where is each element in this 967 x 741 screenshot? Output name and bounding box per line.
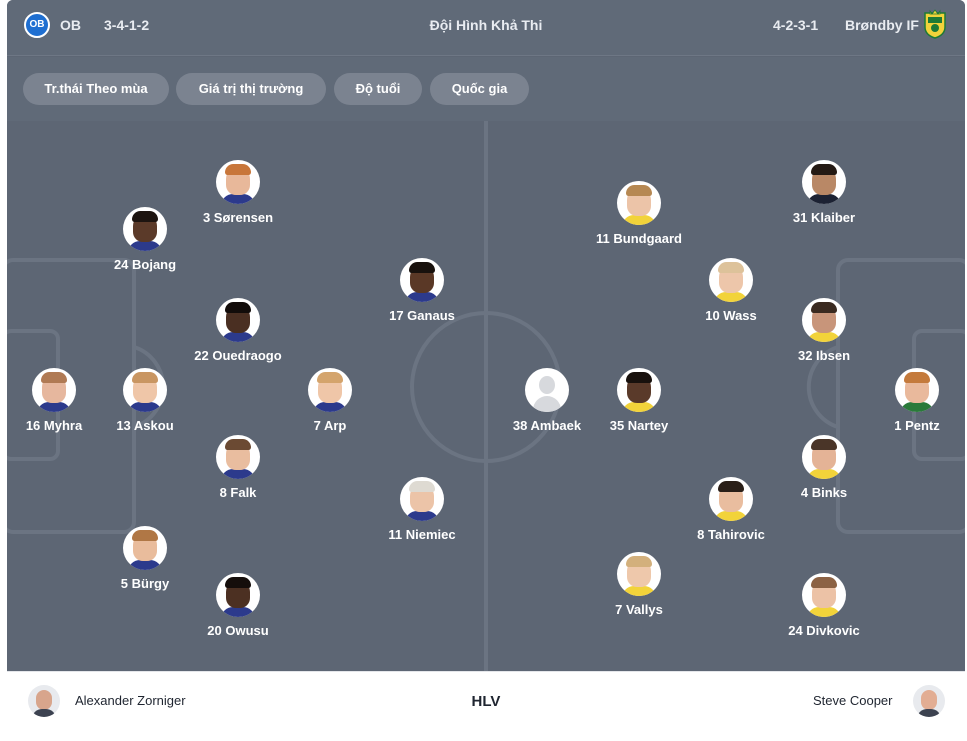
lineup-title: Đội Hình Khả Thi	[429, 17, 543, 33]
player-marker[interactable]: 7 Vallys	[579, 552, 699, 618]
player-name[interactable]: 20 Owusu	[178, 622, 298, 639]
player-name[interactable]: 35 Nartey	[579, 417, 699, 434]
player-marker[interactable]: 8 Tahirovic	[671, 477, 791, 543]
player-marker[interactable]: 22 Ouedraogo	[193, 298, 283, 364]
filter-nationality[interactable]: Quốc gia	[430, 73, 529, 105]
player-name[interactable]: 1 Pentz	[872, 417, 962, 434]
player-avatar[interactable]	[525, 368, 569, 412]
player-name[interactable]: 13 Askou	[85, 417, 205, 434]
player-avatar[interactable]	[123, 526, 167, 570]
player-marker[interactable]: 13 Askou	[85, 368, 205, 434]
player-avatar[interactable]	[400, 258, 444, 302]
pitch: 3 Sørensen 24 Bojang 22 Ouedraogo 16 Myhra 1…	[7, 121, 965, 671]
player-avatar[interactable]	[709, 477, 753, 521]
player-name[interactable]: 11 Niemiec	[362, 526, 482, 543]
player-avatar[interactable]	[802, 160, 846, 204]
brondby-crest-icon[interactable]	[923, 9, 947, 39]
away-team-name[interactable]: Brøndby IF	[845, 17, 919, 33]
filter-age[interactable]: Độ tuổi	[334, 73, 422, 105]
player-marker[interactable]: 24 Bojang	[85, 207, 205, 273]
lineup-header: OB OB 3-4-1-2 Đội Hình Khả Thi 4-2-3-1 B…	[7, 0, 965, 56]
player-name[interactable]: 7 Vallys	[579, 601, 699, 618]
lineup-card: OB OB 3-4-1-2 Đội Hình Khả Thi 4-2-3-1 B…	[7, 0, 965, 741]
player-marker[interactable]: 11 Niemiec	[362, 477, 482, 543]
player-marker[interactable]: 35 Nartey	[579, 368, 699, 434]
player-avatar[interactable]	[308, 368, 352, 412]
player-name[interactable]: 24 Bojang	[85, 256, 205, 273]
player-avatar[interactable]	[32, 368, 76, 412]
filter-season-status[interactable]: Tr.thái Theo mùa	[23, 73, 169, 105]
player-avatar[interactable]	[400, 477, 444, 521]
away-formation: 4-2-3-1	[773, 17, 819, 33]
player-avatar[interactable]	[617, 181, 661, 225]
player-avatar[interactable]	[802, 435, 846, 479]
player-avatar[interactable]	[216, 573, 260, 617]
player-marker[interactable]: 20 Owusu	[178, 573, 298, 639]
player-avatar[interactable]	[709, 258, 753, 302]
player-name[interactable]: 8 Tahirovic	[671, 526, 791, 543]
player-marker[interactable]: 24 Divkovic	[764, 573, 884, 639]
player-avatar[interactable]	[123, 207, 167, 251]
player-avatar[interactable]	[216, 298, 260, 342]
player-name[interactable]: 11 Bundgaard	[579, 230, 699, 247]
player-avatar[interactable]	[802, 298, 846, 342]
player-avatar[interactable]	[617, 368, 661, 412]
player-marker[interactable]: 7 Arp	[270, 368, 390, 434]
player-marker[interactable]: 32 Ibsen	[764, 298, 884, 364]
player-name[interactable]: 22 Ouedraogo	[193, 347, 283, 364]
coach-bar: Alexander Zorniger HLV Steve Cooper	[7, 671, 965, 741]
filter-bar: Tr.thái Theo mùa Giá trị thị trường Độ t…	[7, 57, 965, 121]
player-name[interactable]: 31 Klaiber	[764, 209, 884, 226]
player-marker[interactable]: 11 Bundgaard	[579, 181, 699, 247]
player-marker[interactable]: 17 Ganaus	[362, 258, 482, 324]
player-name[interactable]: 32 Ibsen	[764, 347, 884, 364]
player-avatar[interactable]	[617, 552, 661, 596]
player-name[interactable]: 8 Falk	[178, 484, 298, 501]
away-coach-avatar[interactable]	[913, 685, 945, 717]
player-name[interactable]: 24 Divkovic	[764, 622, 884, 639]
away-coach-name[interactable]: Steve Cooper	[813, 693, 893, 708]
player-avatar[interactable]	[216, 435, 260, 479]
player-name[interactable]: 7 Arp	[270, 417, 390, 434]
player-name[interactable]: 17 Ganaus	[362, 307, 482, 324]
player-avatar[interactable]	[123, 368, 167, 412]
player-marker[interactable]: 31 Klaiber	[764, 160, 884, 226]
player-marker[interactable]: 8 Falk	[178, 435, 298, 501]
player-avatar[interactable]	[216, 160, 260, 204]
player-marker[interactable]: 1 Pentz	[872, 368, 962, 434]
filter-market-value[interactable]: Giá trị thị trường	[176, 73, 326, 105]
player-avatar[interactable]	[895, 368, 939, 412]
player-avatar[interactable]	[802, 573, 846, 617]
